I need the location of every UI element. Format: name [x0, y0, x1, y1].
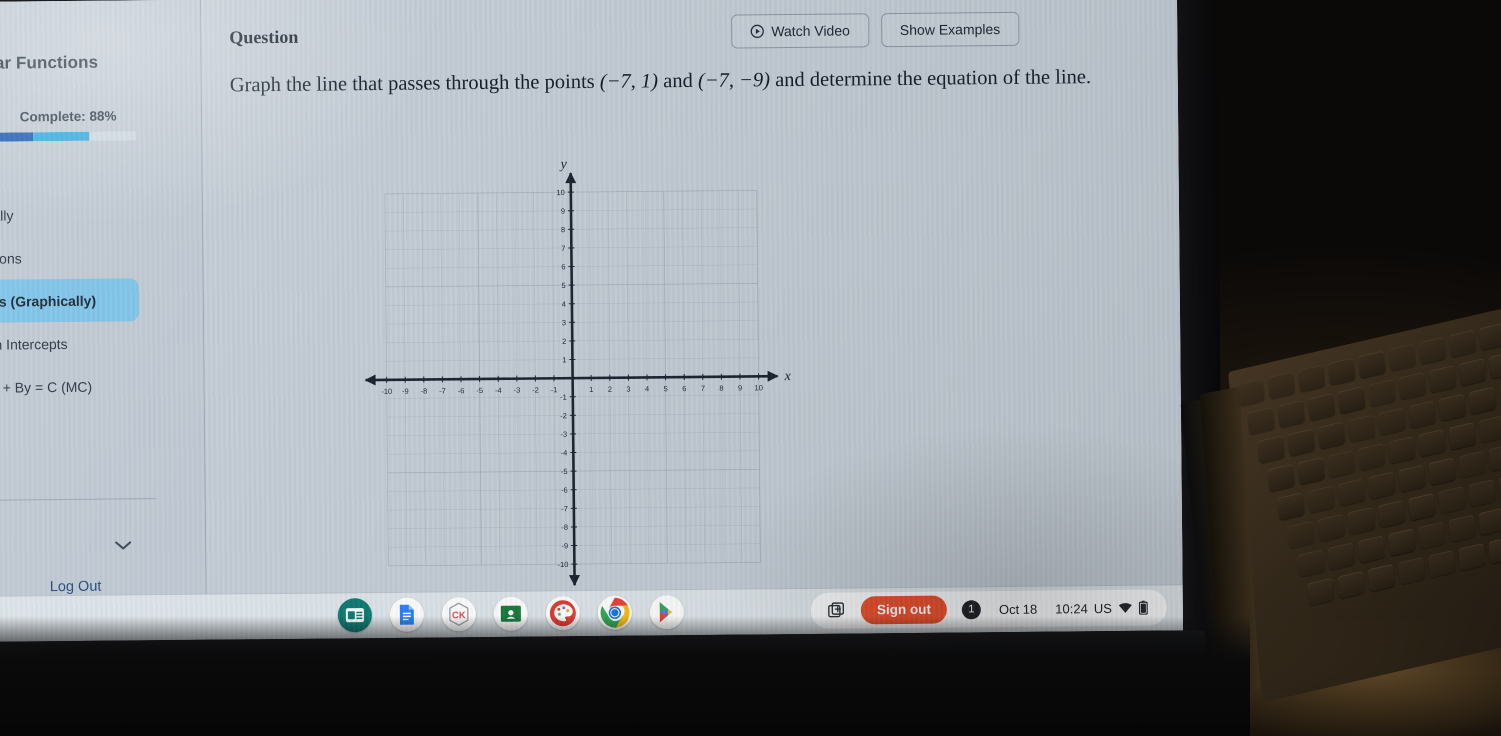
svg-text:3: 3: [562, 318, 566, 327]
play-circle-icon: [750, 24, 764, 38]
svg-text:8: 8: [561, 225, 565, 234]
sidebar-item-label: Equations: [0, 249, 22, 267]
svg-text:-4: -4: [495, 386, 502, 395]
sidebar: Linear Functions Complete: 88% aphically…: [0, 0, 207, 602]
progress-label: Complete: 88%: [19, 108, 117, 125]
prompt-text-part2: and determine the equation of the line.: [769, 66, 1092, 92]
svg-text:-3: -3: [560, 430, 567, 439]
svg-text:2: 2: [608, 385, 612, 394]
point-a: (−7, 1): [599, 70, 659, 93]
sidebar-item-equations[interactable]: Equations: [0, 235, 204, 280]
svg-text:6: 6: [682, 384, 686, 393]
svg-text:-9: -9: [402, 387, 409, 396]
main-content: Question Watch Video Show Examples Graph…: [200, 0, 1183, 600]
svg-text:8: 8: [719, 384, 723, 393]
sidebar-assignment-list: aphically Equations Points (Graphically)…: [0, 192, 205, 409]
wifi-icon: [1118, 602, 1133, 614]
svg-text:-5: -5: [476, 386, 483, 395]
question-prompt: Graph the line that passes through the p…: [230, 63, 1100, 100]
progress-fill-secondary: [33, 131, 90, 142]
point-b: (−7, −9): [697, 69, 771, 92]
svg-text:-6: -6: [561, 486, 568, 495]
svg-text:10: 10: [754, 383, 762, 392]
progress-fill-primary: [0, 132, 34, 143]
svg-text:-8: -8: [561, 523, 568, 532]
sidebar-unit-title: Linear Functions: [0, 52, 99, 73]
svg-text:-4: -4: [561, 448, 568, 457]
svg-text:2: 2: [562, 337, 566, 346]
svg-text:-5: -5: [561, 467, 568, 476]
svg-text:5: 5: [561, 281, 565, 290]
svg-text:9: 9: [738, 383, 742, 392]
sidebar-item-points-graphically[interactable]: Points (Graphically): [0, 278, 140, 323]
show-examples-label: Show Examples: [899, 21, 1001, 38]
laptop-screen: Linear Functions Complete: 88% aphically…: [0, 0, 1184, 642]
svg-text:-2: -2: [560, 411, 567, 420]
svg-text:1: 1: [562, 355, 566, 364]
svg-text:6: 6: [561, 262, 565, 271]
question-header: Question Watch Video Show Examples: [229, 9, 1097, 61]
sidebar-item-label: ion Ax + By = C (MC): [0, 378, 93, 396]
svg-text:7: 7: [701, 384, 705, 393]
watch-video-label: Watch Video: [771, 22, 850, 40]
svg-text:5: 5: [664, 384, 668, 393]
clock-time: 10:24: [1055, 600, 1088, 616]
keyboard-key: [1478, 322, 1501, 351]
question-actions: Watch Video Show Examples: [731, 11, 1020, 49]
chevron-down-icon[interactable]: [112, 538, 134, 552]
svg-text:-7: -7: [561, 504, 568, 513]
svg-text:4: 4: [645, 384, 649, 393]
svg-text:4: 4: [562, 300, 566, 309]
sidebar-item-c-from-intercepts[interactable]: C from Intercepts: [0, 321, 204, 366]
svg-text:-1: -1: [551, 385, 558, 394]
photo-of-laptop-screen: Linear Functions Complete: 88% aphically…: [0, 0, 1501, 736]
y-axis-label: y: [558, 157, 567, 172]
coordinate-plane-graph[interactable]: -10 -9 -8 -7 -6 -5 -4 -3 -2 -1 1 2 3 4 5 6 7 8 9 10 10 9 8 7 6 5 4…: [362, 154, 806, 588]
show-examples-button[interactable]: Show Examples: [880, 11, 1020, 48]
sidebar-item-standard-form-mc[interactable]: ion Ax + By = C (MC): [0, 364, 205, 409]
svg-text:-7: -7: [439, 386, 446, 395]
prompt-text-part1: Graph the line that passes through the p…: [229, 70, 600, 97]
svg-text:-3: -3: [514, 386, 521, 395]
progress-bar: [0, 131, 137, 143]
svg-text:-6: -6: [458, 386, 465, 395]
battery-icon: [1138, 600, 1148, 615]
keyboard-locale: US: [1093, 600, 1112, 616]
x-axis-label: x: [784, 369, 792, 384]
watch-video-button[interactable]: Watch Video: [731, 13, 870, 49]
sidebar-item-label: aphically: [0, 206, 14, 224]
sidebar-divider: [0, 498, 156, 501]
sidebar-item-label: Points (Graphically): [0, 292, 97, 310]
svg-text:9: 9: [561, 207, 565, 216]
progress-section: Complete: 88%: [0, 108, 202, 143]
svg-text:1: 1: [589, 385, 593, 394]
foreground-shadow: [0, 616, 1250, 736]
sidebar-item-label: C from Intercepts: [0, 335, 68, 353]
svg-text:-10: -10: [557, 560, 568, 569]
svg-text:-9: -9: [561, 541, 568, 550]
svg-text:-2: -2: [532, 385, 539, 394]
sidebar-item-graphically[interactable]: aphically: [0, 192, 203, 237]
svg-text:-10: -10: [381, 387, 392, 396]
graph-svg[interactable]: -10 -9 -8 -7 -6 -5 -4 -3 -2 -1 1 2 3 4 5 6 7 8 9 10 10 9 8 7 6 5 4…: [362, 154, 806, 588]
keyboard-key: [1478, 415, 1501, 443]
keyboard-key: [1478, 507, 1501, 536]
laptop-keyboard: [1199, 304, 1501, 703]
page-title: Question: [229, 26, 299, 48]
svg-text:-1: -1: [560, 393, 567, 402]
prompt-text-mid: and: [657, 69, 699, 93]
svg-text:10: 10: [556, 188, 564, 197]
svg-text:-8: -8: [421, 387, 428, 396]
svg-text:3: 3: [626, 385, 630, 394]
svg-text:7: 7: [561, 244, 565, 253]
math-practice-app: Linear Functions Complete: 88% aphically…: [0, 0, 1184, 642]
